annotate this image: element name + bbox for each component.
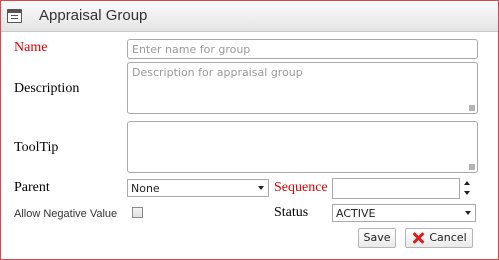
description-placeholder: Description for appraisal group bbox=[132, 66, 303, 79]
dialog-title: Appraisal Group bbox=[39, 7, 148, 24]
spin-down-icon[interactable] bbox=[464, 191, 470, 195]
parent-select[interactable]: None bbox=[127, 179, 269, 197]
parent-value: None bbox=[131, 182, 160, 195]
window-icon bbox=[7, 9, 22, 23]
cancel-label: Cancel bbox=[429, 231, 467, 244]
description-label: Description bbox=[14, 81, 80, 96]
spin-up-icon[interactable] bbox=[464, 181, 470, 185]
resize-grip-icon[interactable] bbox=[469, 105, 475, 111]
chevron-down-icon bbox=[258, 186, 264, 190]
resize-grip-icon[interactable] bbox=[469, 164, 475, 170]
sequence-input[interactable] bbox=[332, 178, 460, 199]
tooltip-textarea[interactable] bbox=[127, 121, 478, 173]
description-textarea[interactable]: Description for appraisal group bbox=[127, 62, 478, 114]
sequence-label: Sequence bbox=[274, 180, 328, 195]
allow-negative-label: Allow Negative Value bbox=[14, 208, 118, 220]
parent-label: Parent bbox=[14, 180, 50, 195]
chevron-down-icon bbox=[465, 211, 471, 215]
title-bar[interactable]: Appraisal Group bbox=[1, 1, 498, 32]
appraisal-group-dialog: Appraisal Group Name Enter name for grou… bbox=[0, 0, 499, 260]
name-label: Name bbox=[14, 40, 48, 55]
allow-negative-checkbox[interactable] bbox=[132, 207, 143, 218]
cancel-button[interactable]: Cancel bbox=[405, 228, 473, 248]
close-icon bbox=[412, 232, 424, 244]
name-input[interactable]: Enter name for group bbox=[127, 39, 478, 59]
save-button[interactable]: Save bbox=[358, 228, 396, 248]
status-label: Status bbox=[274, 205, 309, 220]
tooltip-label: ToolTip bbox=[14, 140, 59, 155]
status-value: ACTIVE bbox=[336, 207, 376, 220]
status-select[interactable]: ACTIVE bbox=[332, 204, 476, 222]
